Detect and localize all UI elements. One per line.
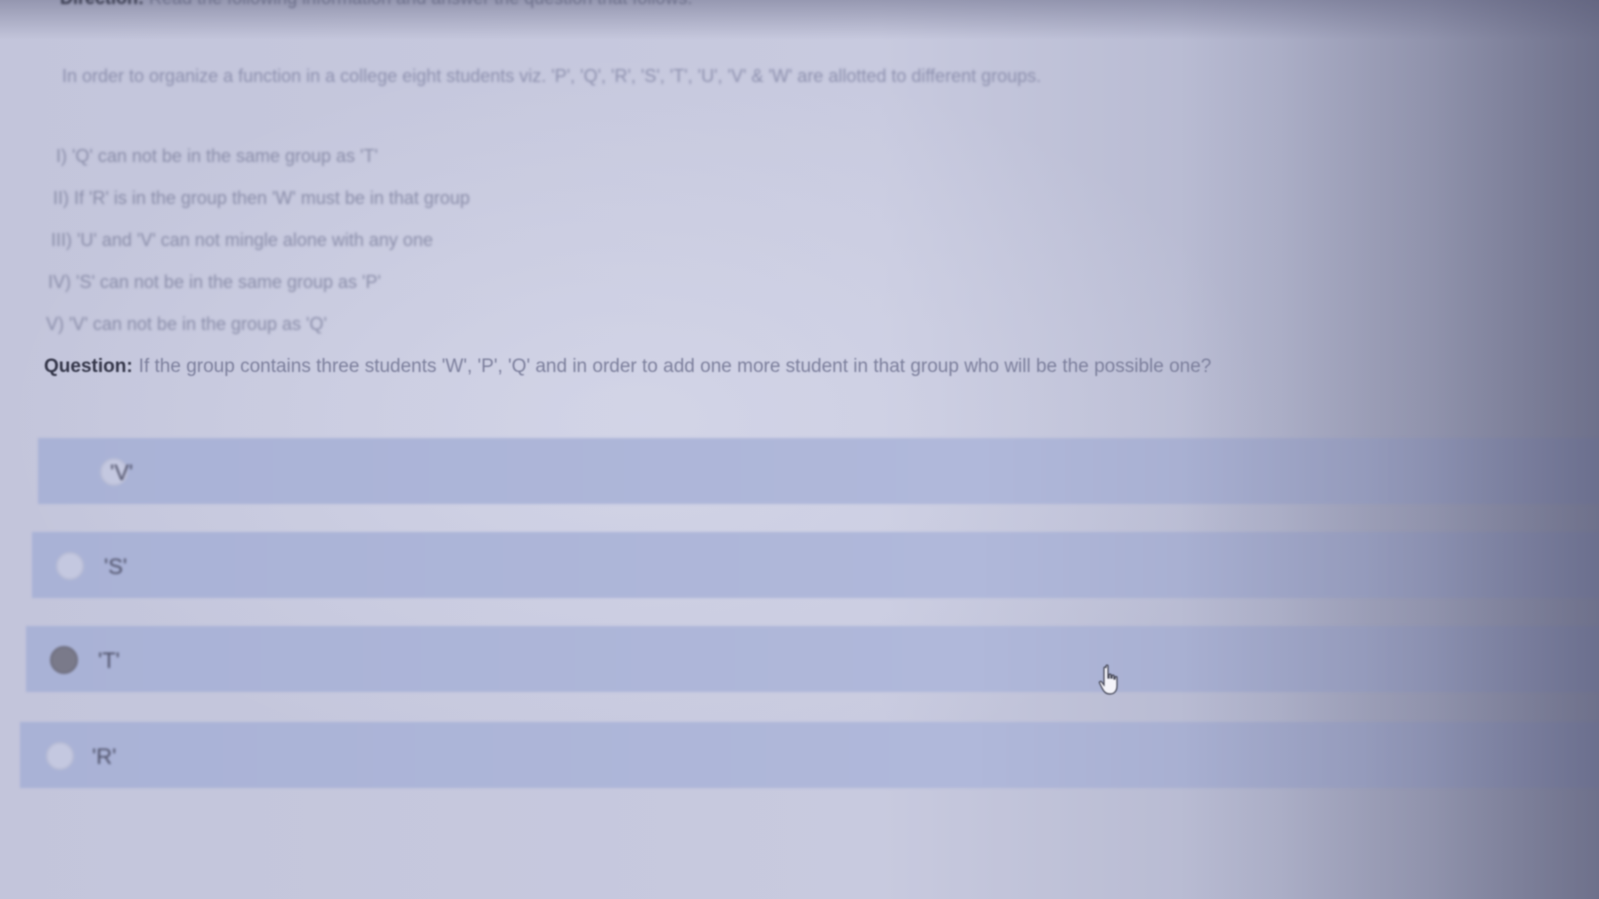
option-t-label: 'T' [98, 648, 120, 673]
hand-pointer-icon [1098, 664, 1118, 695]
question: Question: If the group contains three stu… [44, 356, 1211, 378]
option-v-label: 'V' [110, 460, 134, 485]
option-r[interactable]: 'R' [20, 722, 1599, 788]
question-label: Question: [44, 356, 133, 377]
quiz-screen: Direction: Read the following informatio… [0, 0, 1599, 899]
option-v[interactable]: 'V' [38, 438, 1599, 504]
condition-3: III) 'U' and 'V' can not mingle alone wi… [51, 230, 433, 250]
question-text: If the group contains three students 'W'… [138, 356, 1212, 377]
option-s[interactable]: 'S' [32, 532, 1599, 598]
direction-text: Read the following information and answe… [149, 0, 692, 8]
direction-header: Direction: Read the following informatio… [60, 0, 692, 9]
option-t[interactable]: 'T' [26, 626, 1599, 692]
condition-1: I) 'Q' can not be in the same group as '… [56, 146, 378, 166]
condition-2: II) If 'R' is in the group then 'W' must… [53, 188, 470, 208]
option-r-label: 'R' [92, 744, 117, 769]
radio-option-t-selected[interactable] [50, 646, 78, 674]
radio-option-s[interactable] [56, 552, 84, 580]
radio-option-r[interactable] [46, 742, 74, 770]
passage-intro: In order to organize a function in a col… [62, 66, 1042, 86]
direction-label: Direction: [60, 0, 144, 8]
option-s-label: 'S' [104, 554, 128, 579]
condition-5: V) 'V' can not be in the group as 'Q' [46, 314, 327, 334]
condition-4: IV) 'S' can not be in the same group as … [48, 272, 381, 292]
